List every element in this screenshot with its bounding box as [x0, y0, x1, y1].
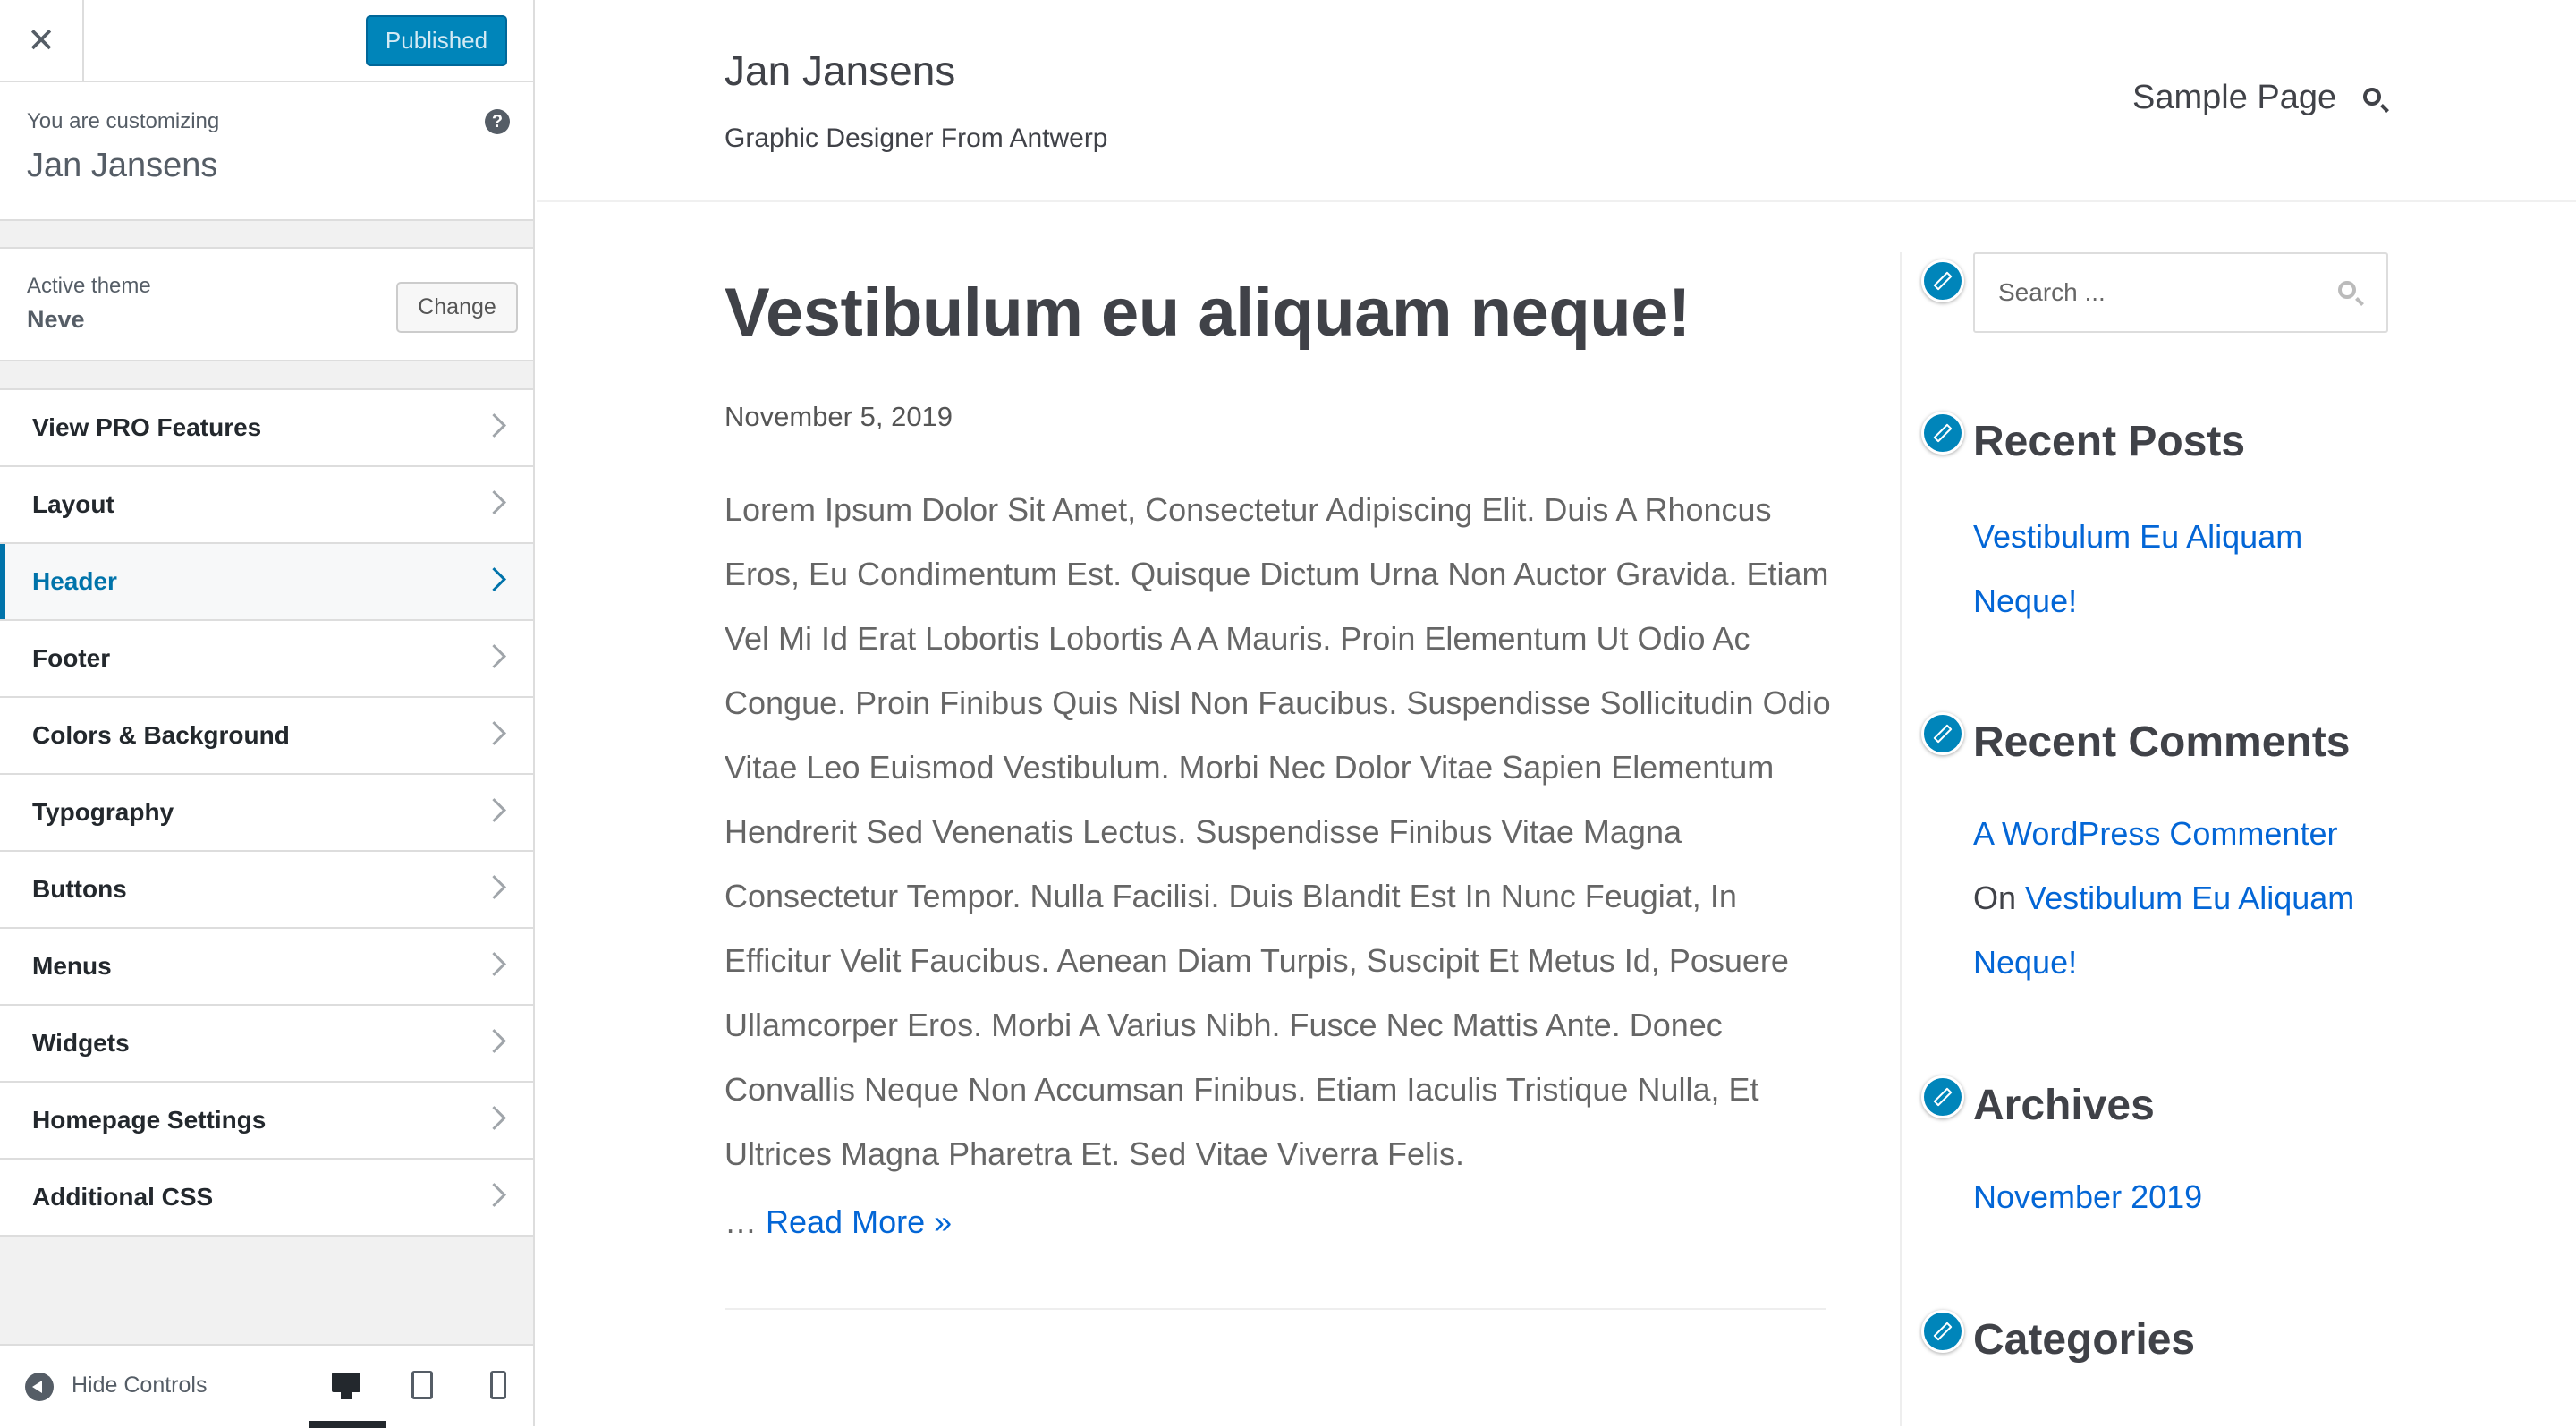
search-glass [2363, 88, 2381, 106]
site-tagline: Graphic Designer From Antwerp [724, 123, 1108, 153]
panel-view-pro-features[interactable]: View PRO Features [0, 388, 533, 467]
active-theme-name: Neve [27, 306, 85, 333]
close-icon: ✕ [27, 21, 55, 60]
pencil-icon[interactable] [1921, 412, 1964, 455]
hide-controls-button[interactable]: Hide Controls [72, 1373, 207, 1398]
close-customizer-button[interactable]: ✕ [0, 0, 84, 81]
chevron-right-icon [482, 490, 506, 514]
chevron-right-icon [482, 875, 506, 899]
mobile-icon[interactable] [479, 1367, 519, 1407]
active-device-indicator [309, 1421, 386, 1428]
panel-label: Additional CSS [32, 1183, 214, 1211]
panel-footer[interactable]: Footer [0, 621, 533, 698]
desktop-icon[interactable] [328, 1367, 368, 1407]
panel-colors-background[interactable]: Colors & Background [0, 698, 533, 775]
panel-buttons[interactable]: Buttons [0, 852, 533, 929]
panel-label: Typography [32, 798, 174, 826]
search-glass [2338, 281, 2356, 299]
archives-title: Archives [1973, 1082, 2155, 1129]
panel-label: Buttons [32, 875, 127, 903]
publish-button[interactable]: Published [366, 15, 507, 66]
mobile-body [490, 1371, 506, 1399]
recent-post-link[interactable]: Vestibulum Eu Aliquam [1973, 505, 2302, 569]
chevron-right-icon [482, 798, 506, 822]
site-title[interactable]: Jan Jansens [724, 47, 955, 95]
chevron-right-icon [482, 567, 506, 591]
panel-additional-css[interactable]: Additional CSS [0, 1160, 533, 1237]
recent-comments-title: Recent Comments [1973, 718, 2351, 766]
panel-menus[interactable]: Menus [0, 929, 533, 1006]
search-widget [1973, 252, 2388, 333]
post-excerpt: Lorem Ipsum Dolor Sit Amet, Consectetur … [724, 491, 1831, 1172]
customizer-sidebar: ✕ Published You are customizing Jan Jans… [0, 0, 535, 1428]
panel-label: Footer [32, 644, 111, 672]
chevron-right-icon [482, 1106, 506, 1130]
post-date: November 5, 2019 [724, 401, 953, 432]
active-theme-section: Active theme Neve Change [0, 247, 533, 361]
chevron-right-icon [482, 1029, 506, 1053]
customizing-label: You are customizing [27, 109, 220, 133]
recent-post-link[interactable]: Neque! [1973, 569, 2077, 633]
pencil-icon[interactable] [1921, 259, 1964, 302]
change-theme-button[interactable]: Change [396, 282, 518, 333]
panel-label: Homepage Settings [32, 1106, 267, 1134]
panel-label: Widgets [32, 1029, 130, 1057]
panel-header[interactable]: Header [0, 544, 533, 621]
customizer-header: ✕ Published [0, 0, 533, 82]
chevron-right-icon [482, 1183, 506, 1207]
panel-widgets[interactable]: Widgets [0, 1006, 533, 1083]
archive-link[interactable]: November 2019 [1973, 1165, 2202, 1229]
post-title[interactable]: Vestibulum eu aliquam neque! [724, 274, 1690, 352]
chevron-right-icon [482, 721, 506, 745]
sidebar-divider [1900, 252, 1902, 1426]
categories-title: Categories [1973, 1316, 2196, 1364]
chevron-right-icon [482, 413, 506, 438]
nav-sample-page-link[interactable]: Sample Page [2132, 79, 2336, 117]
comment-line: On Vestibulum Eu Aliquam [1973, 866, 2354, 931]
panel-typography[interactable]: Typography [0, 775, 533, 852]
post-divider [724, 1308, 1826, 1310]
customizer-panel-list: View PRO Features Layout Header Footer C… [0, 388, 533, 1237]
panel-label: Menus [32, 952, 112, 980]
read-more-link[interactable]: Read More » [766, 1203, 952, 1240]
comment-post-link[interactable]: Neque! [1973, 931, 2077, 995]
tablet-body [411, 1371, 433, 1399]
chevron-right-icon [482, 644, 506, 668]
site-preview: Jan Jansens Graphic Designer From Antwer… [537, 0, 2576, 1426]
help-icon[interactable]: ? [485, 109, 510, 134]
panel-label: Layout [32, 490, 114, 518]
pencil-icon[interactable] [1921, 1075, 1964, 1118]
pencil-icon[interactable] [1921, 1310, 1964, 1353]
site-header: Jan Jansens Graphic Designer From Antwer… [537, 0, 2576, 202]
customizer-footer: Hide Controls [0, 1344, 533, 1428]
comment-post-link[interactable]: Vestibulum Eu Aliquam [2025, 880, 2354, 916]
comment-author-link[interactable]: A WordPress Commenter [1973, 802, 2337, 866]
desktop-screen [332, 1373, 360, 1392]
chevron-right-icon [482, 952, 506, 976]
collapse-arrow-icon[interactable] [25, 1373, 54, 1401]
customizing-site-name: Jan Jansens [27, 147, 218, 184]
panel-layout[interactable]: Layout [0, 467, 533, 544]
tablet-icon[interactable] [404, 1367, 444, 1407]
pencil-icon[interactable] [1921, 712, 1964, 755]
panel-label: Header [32, 567, 117, 595]
read-more-line: … Read More » [724, 1195, 952, 1249]
panel-homepage-settings[interactable]: Homepage Settings [0, 1083, 533, 1160]
desktop-stand [341, 1392, 352, 1399]
panel-label: View PRO Features [32, 413, 262, 441]
recent-posts-title: Recent Posts [1973, 418, 2246, 465]
search-input[interactable] [1977, 256, 2317, 329]
excerpt-ellipsis: … [724, 1203, 757, 1240]
active-theme-label: Active theme [27, 274, 151, 298]
panel-label: Colors & Background [32, 721, 290, 749]
customizing-info: You are customizing Jan Jansens ? [0, 82, 533, 221]
comment-on-text: On [1973, 880, 2017, 916]
